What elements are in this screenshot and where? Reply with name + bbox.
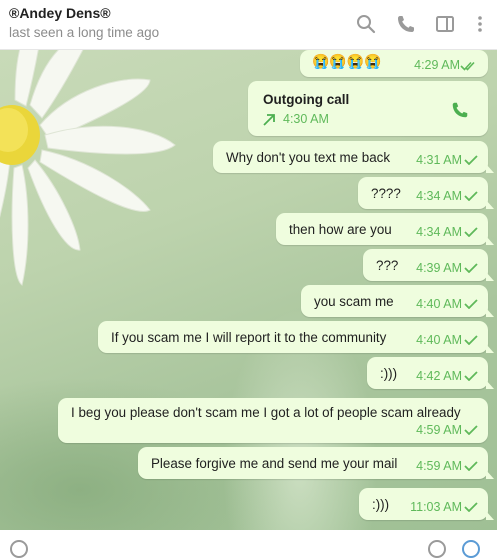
attach-icon[interactable] (10, 540, 28, 558)
message-text: Why don't you text me back (226, 150, 391, 165)
call-title: Outgoing call (263, 92, 350, 107)
call-back-icon[interactable] (450, 100, 470, 120)
outgoing-arrow-icon (263, 114, 275, 126)
search-icon[interactable] (355, 13, 377, 35)
message-time: 11:03 AM (410, 500, 462, 514)
message-text: :))) (372, 497, 390, 512)
emoji-icon[interactable] (428, 540, 446, 558)
message-time: 4:59 AM (416, 423, 462, 437)
message-time: 4:40 AM (416, 333, 462, 347)
message-bubble[interactable]: you scam me 4:40 AM (301, 285, 494, 317)
message-time: 4:34 AM (416, 189, 462, 203)
sidebar-icon[interactable] (434, 13, 456, 35)
check-icon (464, 263, 478, 273)
message-text: ??? (376, 258, 399, 273)
message-text: you scam me (314, 294, 394, 309)
message-time: 4:29 AM (414, 58, 460, 72)
message-text: ???? (371, 186, 401, 201)
check-icon (464, 155, 478, 165)
message-text: :))) (380, 366, 398, 381)
message-text: 😭😭😭😭 (312, 53, 382, 69)
message-bubble[interactable]: then how are you 4:34 AM (276, 213, 494, 245)
check-icon (464, 502, 478, 512)
message-bubble[interactable]: :))) 11:03 AM (359, 488, 494, 520)
message-text: If you scam me I will report it to the c… (111, 330, 387, 345)
send-icon[interactable] (462, 540, 480, 558)
call-message[interactable]: Outgoing call 4:30 AM (248, 81, 488, 136)
message-bubble[interactable]: If you scam me I will report it to the c… (98, 321, 494, 353)
message-composer[interactable] (0, 530, 497, 558)
daisy-wallpaper (0, 50, 176, 286)
message-bubble[interactable]: :))) 4:42 AM (367, 357, 494, 389)
check-icon (464, 299, 478, 309)
message-time: 4:30 AM (283, 112, 329, 126)
message-text: Please forgive me and send me your mail (151, 456, 398, 471)
check-icon (464, 371, 478, 381)
chat-header: ®Andey Dens® last seen a long time ago (0, 0, 497, 50)
message-time: 4:40 AM (416, 297, 462, 311)
message-bubble[interactable]: Why don't you text me back 4:31 AM (213, 141, 494, 173)
message-bubble[interactable]: ???? 4:34 AM (358, 177, 494, 209)
chat-history[interactable]: 😭😭😭😭 4:29 AM Outgoing call 4:30 AM Why d… (0, 50, 497, 530)
check-icon (464, 461, 478, 471)
phone-icon[interactable] (395, 13, 417, 35)
check-icon (464, 227, 478, 237)
message-text: I beg you please don't scam me I got a l… (71, 405, 461, 420)
more-icon[interactable] (469, 13, 491, 35)
check-icon (464, 335, 478, 345)
message-bubble[interactable]: 😭😭😭😭 4:29 AM (300, 50, 488, 77)
message-bubble[interactable]: ??? 4:39 AM (363, 249, 494, 281)
message-bubble[interactable]: I beg you please don't scam me I got a l… (58, 398, 488, 443)
check-icon (464, 191, 478, 201)
message-time: 4:34 AM (416, 225, 462, 239)
contact-name[interactable]: ®Andey Dens® (9, 5, 111, 21)
message-time: 4:39 AM (416, 261, 462, 275)
message-time: 4:31 AM (416, 153, 462, 167)
message-bubble[interactable]: Please forgive me and send me your mail … (138, 447, 494, 479)
contact-status: last seen a long time ago (9, 25, 160, 40)
double-check-icon (460, 61, 475, 71)
message-time: 4:42 AM (416, 369, 462, 383)
check-icon (464, 425, 478, 435)
message-time: 4:59 AM (416, 459, 462, 473)
message-text: then how are you (289, 222, 392, 237)
